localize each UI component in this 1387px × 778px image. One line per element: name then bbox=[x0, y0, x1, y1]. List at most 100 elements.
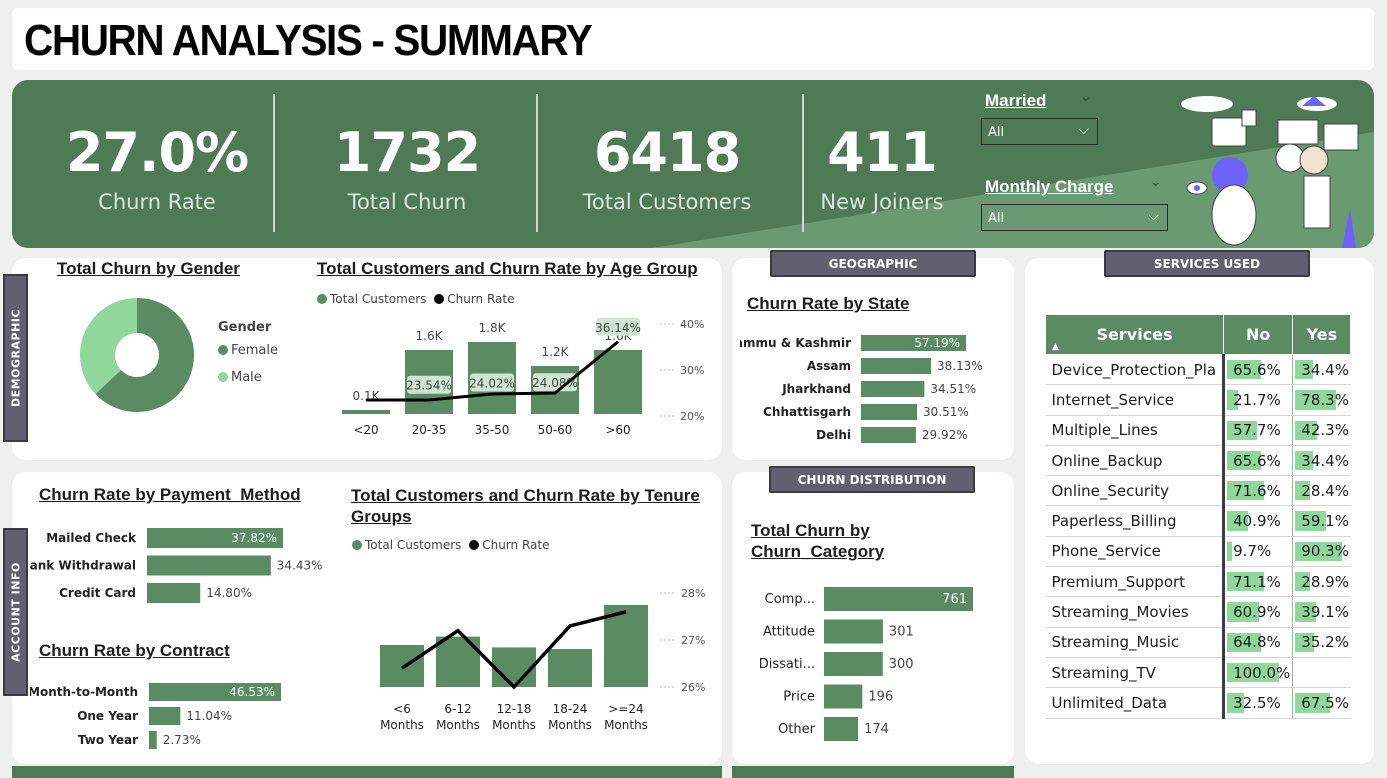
bar-value-label: 30.51% bbox=[923, 405, 969, 419]
cell-yes: 39.1% bbox=[1292, 596, 1351, 628]
cell-value: 57.7% bbox=[1233, 421, 1281, 440]
monthly-charge-dropdown[interactable]: All ⌵ bbox=[981, 204, 1168, 231]
tab-demographic[interactable]: DEMOGRAPHIC bbox=[3, 274, 28, 442]
table-row[interactable]: Unlimited_Data 32.5% 67.5% bbox=[1045, 687, 1351, 719]
cell-yes: 28.9% bbox=[1292, 566, 1351, 598]
rate-value-label: 23.54% bbox=[406, 379, 452, 393]
cell-value: 100.0% bbox=[1233, 663, 1291, 682]
table-row[interactable]: Streaming_TV 100.0% bbox=[1045, 657, 1351, 689]
legend-dot bbox=[352, 540, 362, 550]
bar-category-label: Bank Withdrawal bbox=[30, 559, 136, 573]
cell-no: 71.1% bbox=[1223, 566, 1294, 598]
column-header-yes[interactable]: Yes bbox=[1292, 314, 1352, 355]
kpi-total-churn: 1732 Total Churn bbox=[282, 118, 532, 214]
bar bbox=[824, 652, 883, 676]
bar-category-label: One Year bbox=[77, 709, 138, 723]
x-tick-label: <20 bbox=[353, 423, 378, 437]
x-tick-label: Months bbox=[380, 718, 424, 732]
people-illustration bbox=[1181, 96, 1359, 248]
x-tick-label: 12-18 bbox=[497, 702, 532, 716]
service-name: Premium_Support bbox=[1045, 566, 1226, 598]
column-header-services[interactable]: Services ▲ bbox=[1044, 314, 1225, 355]
married-value: All bbox=[988, 125, 1005, 140]
cell-value: 28.9% bbox=[1301, 572, 1349, 591]
tenure-bar bbox=[492, 647, 536, 687]
age-group-chart: 0.1K<201.6K20-3523.54%1.8K35-5024.02%1.2… bbox=[342, 317, 704, 437]
bar-value-label: 1.2K bbox=[542, 345, 570, 359]
bar-category-label: Two Year bbox=[78, 733, 138, 747]
age-legend: Total Customers Churn Rate bbox=[317, 292, 514, 306]
services-table: Services ▲ No Yes Device_Protection_Pla 65… bbox=[1044, 314, 1352, 719]
table-row[interactable]: Internet_Service 21.7% 78.3% bbox=[1045, 384, 1351, 416]
column-header-no[interactable]: No bbox=[1223, 314, 1294, 355]
cell-value: 40.9% bbox=[1233, 512, 1281, 531]
x-tick-label: Months bbox=[548, 718, 592, 732]
bottom-strip bbox=[12, 766, 722, 778]
chevron-down-icon: ⌵ bbox=[1148, 208, 1159, 224]
cell-no: 60.9% bbox=[1223, 596, 1294, 628]
state-chart-title: Churn Rate by State bbox=[747, 294, 910, 313]
cell-value: 64.8% bbox=[1233, 633, 1281, 652]
service-name: Device_Protection_Pla bbox=[1045, 354, 1226, 386]
chevron-down-icon[interactable]: ⌄ bbox=[1080, 89, 1092, 105]
sort-asc-icon[interactable]: ▲ bbox=[1052, 342, 1059, 352]
churn-distribution-header: CHURN DISTRIBUTION bbox=[769, 466, 975, 493]
bar-category-label: Attitude bbox=[763, 625, 815, 640]
table-row[interactable]: Premium_Support 71.1% 28.9% bbox=[1045, 566, 1351, 598]
y2-tick-label: 20% bbox=[680, 410, 704, 423]
table-row[interactable]: Paperless_Billing 40.9% 59.1% bbox=[1045, 505, 1351, 537]
x-tick-label: Months bbox=[436, 718, 480, 732]
bar-category-label: Price bbox=[783, 690, 815, 705]
service-name: Phone_Service bbox=[1045, 536, 1226, 568]
legend-male: Male bbox=[218, 370, 262, 385]
cell-yes: 34.4% bbox=[1292, 354, 1351, 386]
bar-value-label: 37.82% bbox=[231, 531, 277, 545]
bar bbox=[824, 717, 859, 741]
chevron-down-icon[interactable]: ⌄ bbox=[1150, 174, 1162, 190]
table-row[interactable]: Multiple_Lines 57.7% 42.3% bbox=[1045, 415, 1351, 446]
tenure-bar bbox=[380, 645, 424, 687]
legend-female: Female bbox=[218, 343, 278, 358]
table-row[interactable]: Phone_Service 9.7% 90.3% bbox=[1045, 536, 1351, 568]
cell-no: 71.6% bbox=[1223, 475, 1294, 507]
kpi-value: 411 bbox=[827, 121, 938, 184]
payment-bar-chart: Mailed Check 37.82% Bank Withdrawal 34.43% C… bbox=[30, 528, 323, 603]
bar-value-label: 1.6K bbox=[416, 329, 444, 343]
bar bbox=[147, 583, 201, 603]
table-row[interactable]: Online_Security 71.6% 28.4% bbox=[1045, 475, 1351, 507]
gender-legend-title: Gender bbox=[218, 320, 272, 335]
kpi-new-joiners: 411 New Joiners bbox=[757, 118, 1007, 214]
bar-category-label: Comp... bbox=[765, 592, 815, 607]
cell-no: 21.7% bbox=[1223, 384, 1294, 416]
cell-value: 71.6% bbox=[1233, 481, 1281, 500]
table-row[interactable]: Device_Protection_Pla 65.6% 34.4% bbox=[1045, 354, 1351, 386]
legend-dot bbox=[218, 345, 228, 355]
bar-category-label: Chhattisgarh bbox=[763, 405, 851, 419]
table-row[interactable]: Streaming_Music 64.8% 35.2% bbox=[1045, 627, 1351, 658]
table-row[interactable]: Streaming_Movies 60.9% 39.1% bbox=[1045, 596, 1351, 628]
cell-value: 67.5% bbox=[1301, 693, 1349, 712]
kpi-label: Churn Rate bbox=[98, 190, 216, 214]
tab-account-info[interactable]: ACCOUNT INFO bbox=[3, 528, 28, 696]
bar-category-label: Month-to-Month bbox=[30, 685, 138, 699]
x-tick-label: Months bbox=[604, 718, 648, 732]
cell-value: 39.1% bbox=[1301, 603, 1349, 622]
gender-chart-title: Total Churn by Gender bbox=[57, 259, 240, 278]
cell-value: 78.3% bbox=[1301, 390, 1349, 409]
bar bbox=[861, 427, 916, 443]
state-bar-chart: Jammu & Kashmir 57.19% Assam 38.13% Jharkhan… bbox=[740, 335, 983, 443]
table-row[interactable]: Online_Backup 65.6% 34.4% bbox=[1045, 445, 1351, 477]
cell-value: 71.1% bbox=[1233, 572, 1281, 591]
bar bbox=[149, 707, 181, 725]
category-chart-title: Total Churn by Churn_Category bbox=[751, 521, 885, 561]
contract-chart-title: Churn Rate by Contract bbox=[39, 641, 230, 660]
kpi-value: 27.0% bbox=[65, 121, 249, 184]
bar-value-label: 29.92% bbox=[922, 428, 968, 442]
married-dropdown[interactable]: All ⌵ bbox=[981, 118, 1098, 145]
cell-value: 21.7% bbox=[1233, 390, 1281, 409]
cell-value bbox=[1295, 664, 1301, 682]
service-name: Unlimited_Data bbox=[1045, 687, 1226, 719]
x-tick-label: <6 bbox=[393, 702, 411, 716]
x-tick-label: Months bbox=[492, 718, 536, 732]
legend-dot bbox=[317, 294, 327, 304]
